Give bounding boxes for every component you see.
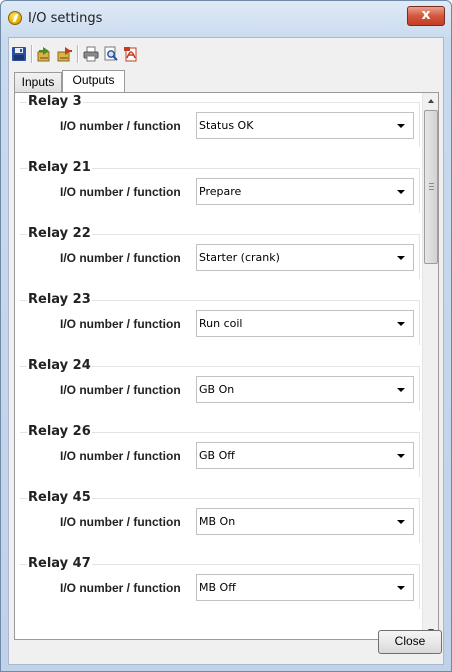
io-function-label: I/O number / function — [60, 383, 181, 397]
io-function-label: I/O number / function — [60, 251, 181, 265]
relay-group: Relay 22 I/O number / function Starter (… — [20, 225, 420, 281]
group-border — [419, 234, 420, 279]
io-function-label: I/O number / function — [60, 185, 181, 199]
io-function-label: I/O number / function — [60, 449, 181, 463]
group-border — [419, 300, 420, 345]
io-function-select[interactable]: GB Off — [196, 442, 414, 469]
io-function-select[interactable]: Prepare — [196, 178, 414, 205]
relay-title: Relay 22 — [27, 226, 92, 241]
io-function-value: GB Off — [199, 449, 235, 462]
write-to-controller-icon[interactable] — [37, 46, 53, 62]
relay-group: Relay 45 I/O number / function MB On — [20, 489, 420, 545]
group-border — [419, 564, 420, 609]
relay-title: Relay 3 — [27, 94, 83, 109]
grip-line — [429, 186, 434, 187]
io-function-select[interactable]: GB On — [196, 376, 414, 403]
toolbar-separator — [77, 45, 79, 63]
relay-group: Relay 23 I/O number / function Run coil — [20, 291, 420, 347]
relay-group: Relay 3 I/O number / function Status OK — [20, 93, 420, 149]
save-icon[interactable] — [11, 46, 27, 62]
group-border — [419, 366, 420, 411]
relay-group: Relay 21 I/O number / function Prepare — [20, 159, 420, 215]
io-function-value: MB On — [199, 515, 236, 528]
io-function-label: I/O number / function — [60, 317, 181, 331]
group-border — [419, 498, 420, 543]
io-settings-window: I/O settings x Inputs Outputs Relay 3 I/… — [0, 0, 452, 672]
window-close-button[interactable]: x — [407, 6, 445, 26]
tab-inputs[interactable]: Inputs — [14, 72, 62, 92]
chevron-down-icon[interactable] — [397, 190, 405, 194]
chevron-down-icon[interactable] — [397, 322, 405, 326]
io-function-select[interactable]: Run coil — [196, 310, 414, 337]
chevron-down-icon[interactable] — [397, 124, 405, 128]
outputs-tab-panel: Relay 3 I/O number / function Status OK … — [14, 92, 439, 640]
io-function-value: GB On — [199, 383, 235, 396]
print-preview-icon[interactable] — [103, 46, 119, 62]
scrollbar-thumb[interactable] — [424, 110, 438, 264]
io-function-value: Run coil — [199, 317, 243, 330]
app-bolt-icon — [8, 11, 22, 25]
relay-group: Relay 26 I/O number / function GB Off — [20, 423, 420, 479]
read-from-controller-icon[interactable] — [57, 46, 73, 62]
io-function-select[interactable]: Status OK — [196, 112, 414, 139]
toolbar-separator — [31, 45, 33, 63]
group-border — [419, 102, 420, 147]
toolbar — [9, 38, 443, 70]
io-function-value: Starter (crank) — [199, 251, 280, 264]
export-pdf-icon[interactable] — [123, 46, 139, 62]
chevron-down-icon[interactable] — [397, 454, 405, 458]
io-function-value: Prepare — [199, 185, 242, 198]
io-function-label: I/O number / function — [60, 515, 181, 529]
relay-title: Relay 26 — [27, 424, 92, 439]
group-border — [419, 168, 420, 213]
chevron-down-icon[interactable] — [397, 520, 405, 524]
io-function-select[interactable]: Starter (crank) — [196, 244, 414, 271]
io-function-value: MB Off — [199, 581, 236, 594]
tab-outputs[interactable]: Outputs — [62, 70, 125, 92]
window-title: I/O settings — [28, 11, 103, 26]
relay-title: Relay 21 — [27, 160, 92, 175]
io-function-value: Status OK — [199, 119, 254, 132]
chevron-down-icon[interactable] — [397, 256, 405, 260]
print-icon[interactable] — [83, 46, 99, 62]
close-button[interactable]: Close — [378, 630, 442, 654]
grip-line — [429, 189, 434, 190]
scroll-up-arrow-icon[interactable] — [423, 93, 438, 109]
group-border — [419, 432, 420, 477]
chevron-down-icon[interactable] — [397, 388, 405, 392]
io-function-label: I/O number / function — [60, 119, 181, 133]
grip-line — [429, 183, 434, 184]
relay-group: Relay 24 I/O number / function GB On — [20, 357, 420, 413]
io-function-select[interactable]: MB On — [196, 508, 414, 535]
io-function-select[interactable]: MB Off — [196, 574, 414, 601]
relay-title: Relay 45 — [27, 490, 92, 505]
relay-title: Relay 23 — [27, 292, 92, 307]
dialog-client-area: Inputs Outputs Relay 3 I/O number / func… — [8, 37, 444, 665]
vertical-scrollbar[interactable] — [422, 93, 438, 639]
title-bar[interactable]: I/O settings x — [1, 1, 451, 37]
io-function-label: I/O number / function — [60, 581, 181, 595]
relay-title: Relay 47 — [27, 556, 92, 571]
relay-group: Relay 47 I/O number / function MB Off — [20, 555, 420, 611]
chevron-down-icon[interactable] — [397, 586, 405, 590]
relay-title: Relay 24 — [27, 358, 92, 373]
